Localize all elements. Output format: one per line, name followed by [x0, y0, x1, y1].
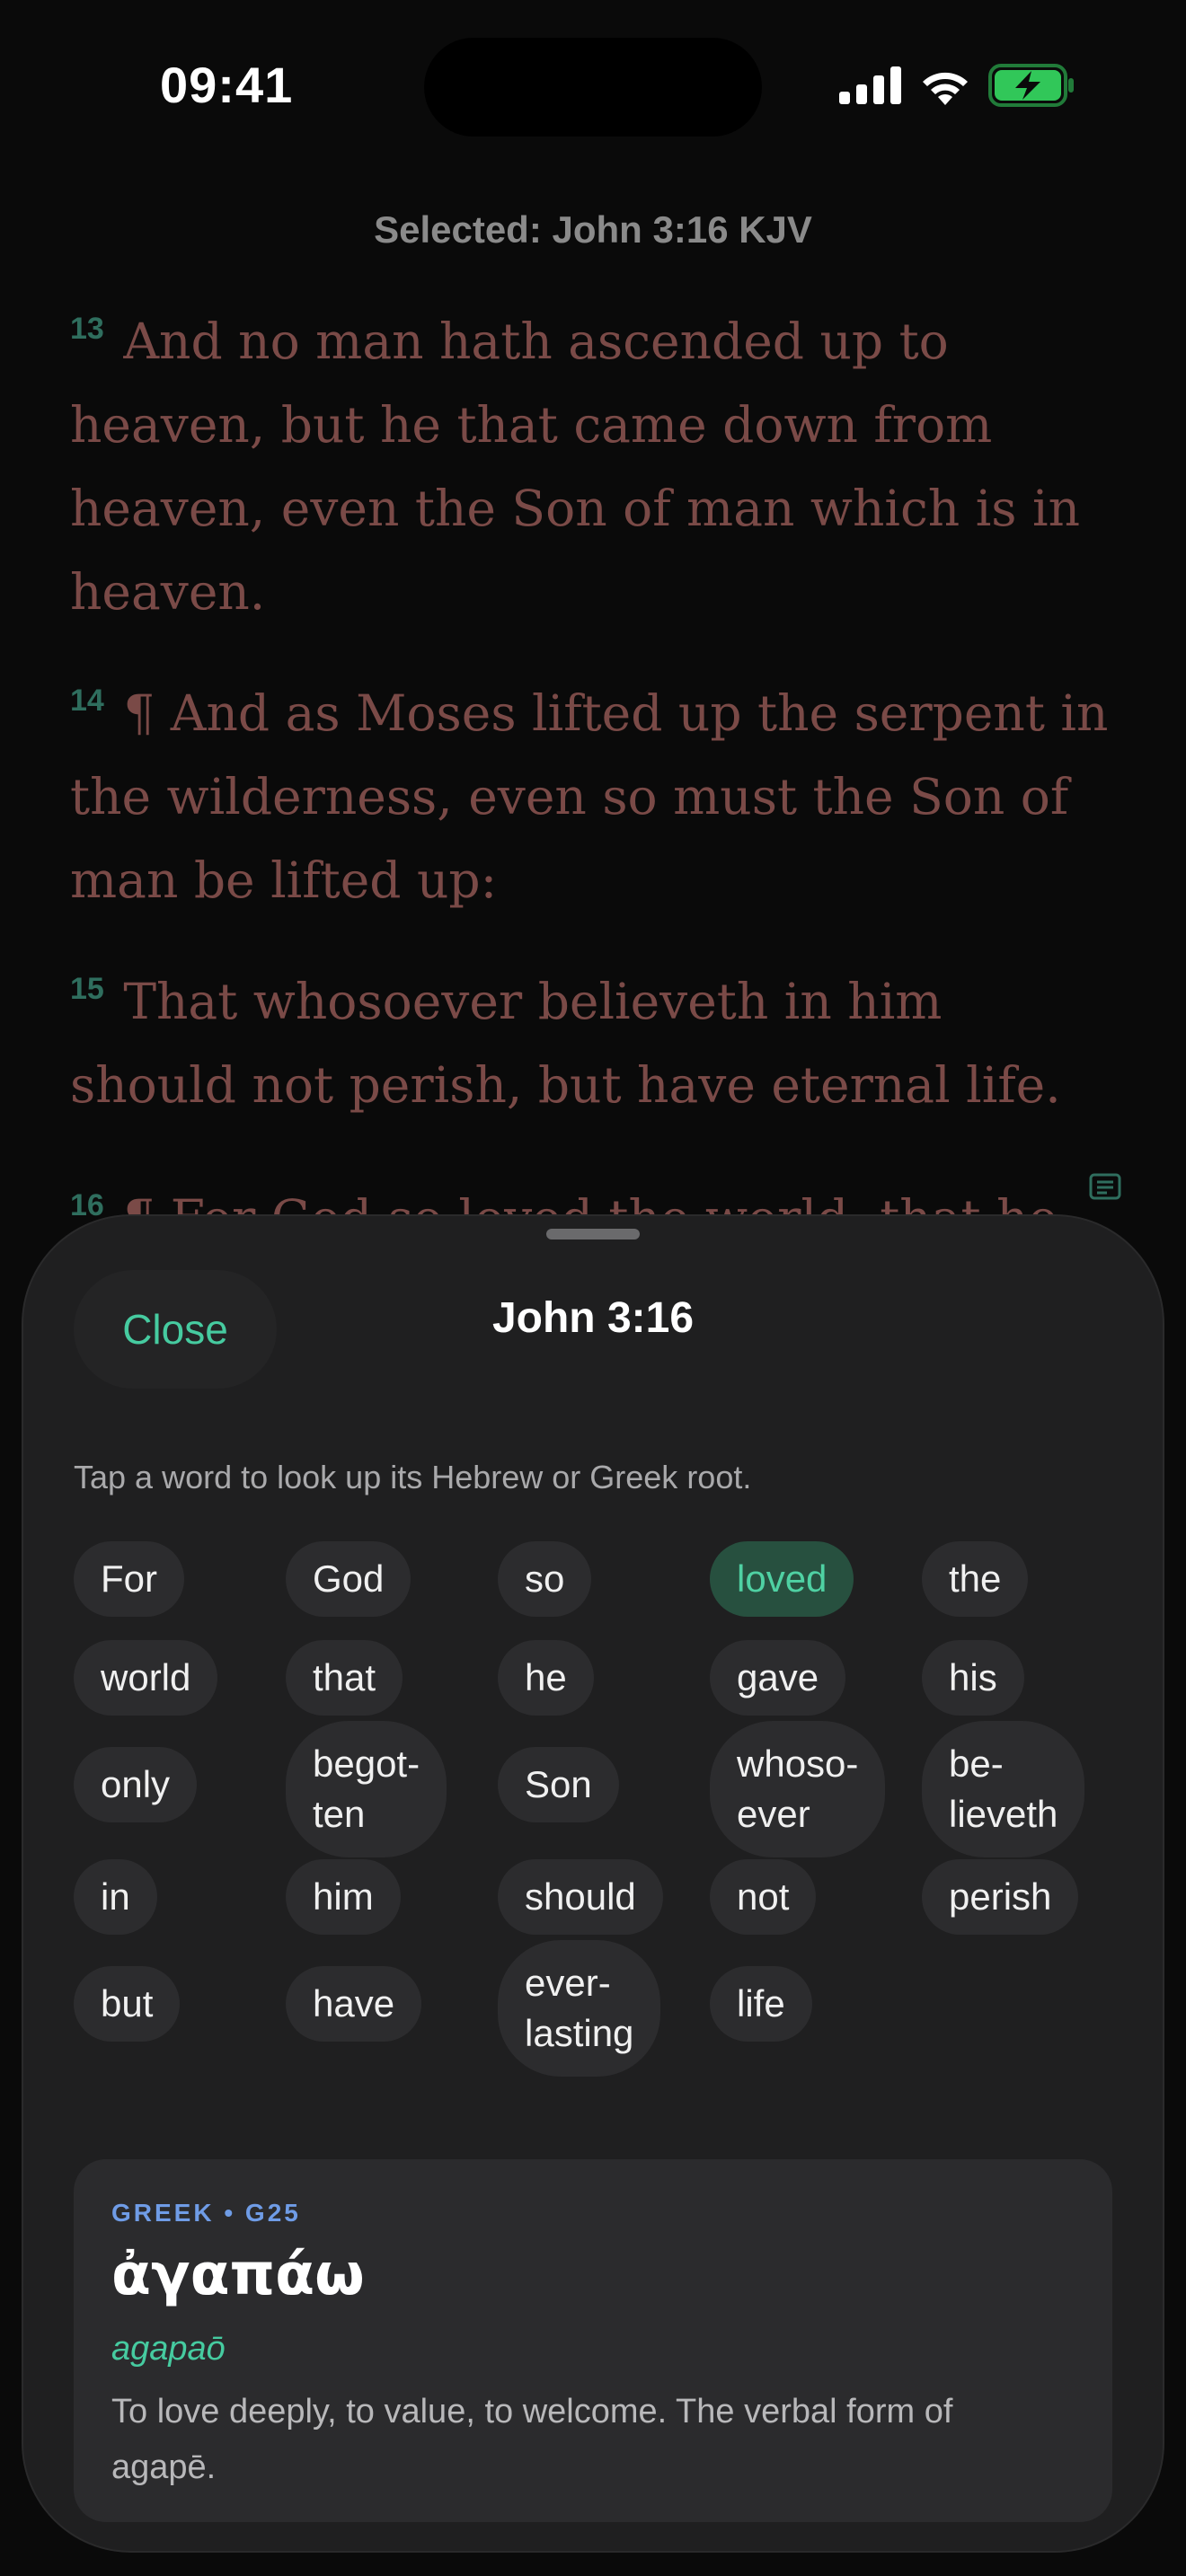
- wifi-icon: [923, 72, 968, 105]
- selected-verse-header: Selected: John 3:16 KJV: [374, 208, 812, 251]
- word-chip[interactable]: whoso- ever: [710, 1721, 886, 1857]
- word-chip[interactable]: be- lieveth: [922, 1721, 1085, 1857]
- word-chip[interactable]: begot- ten: [286, 1721, 447, 1857]
- status-icons: [839, 63, 1076, 108]
- word-chip[interactable]: God: [286, 1541, 412, 1617]
- word-chip[interactable]: life: [710, 1966, 812, 2042]
- reader-top-fade: [0, 286, 1186, 304]
- definition-text: To love deeply, to value, to welcome. Th…: [111, 2393, 953, 2486]
- word-chip[interactable]: For: [74, 1541, 184, 1617]
- verse-number: 13: [70, 312, 104, 346]
- verse-text: That whosoever believeth in him should n…: [70, 973, 1061, 1114]
- definition-card: GREEK • G25 ἀγαπάω agapaō To love deeply…: [74, 2159, 1112, 2522]
- note-icon[interactable]: [1089, 1173, 1121, 1200]
- word-chip[interactable]: him: [286, 1859, 401, 1935]
- sheet-title: John 3:16: [491, 1294, 695, 1342]
- verse-number: 14: [70, 684, 104, 718]
- word-chip[interactable]: that: [286, 1640, 403, 1716]
- word-chip[interactable]: have: [286, 1966, 422, 2042]
- verse-number: 15: [70, 972, 104, 1006]
- word-chip[interactable]: but: [74, 1966, 181, 2042]
- verse-text: ¶ And as Moses lifted up the serpent in …: [70, 684, 1109, 909]
- word-chip[interactable]: perish: [922, 1859, 1079, 1935]
- word-chip[interactable]: ever- lasting: [498, 1940, 661, 2077]
- verse-text: And no man hath ascended up to heaven, b…: [70, 313, 1081, 621]
- verse-14[interactable]: 14 ¶ And as Moses lifted up the serpent …: [70, 659, 1121, 922]
- word-chip[interactable]: so: [498, 1541, 592, 1617]
- word-chip[interactable]: in: [74, 1859, 157, 1935]
- scripture-reader[interactable]: 13 And no man hath ascended up to heaven…: [70, 287, 1121, 1247]
- word-chip[interactable]: not: [710, 1859, 817, 1935]
- battery-charging-icon: [988, 64, 1074, 107]
- word-chip[interactable]: Son: [498, 1747, 619, 1822]
- word-chip[interactable]: world: [74, 1640, 218, 1716]
- word-chip[interactable]: loved: [710, 1541, 854, 1617]
- word-chip[interactable]: should: [498, 1859, 663, 1935]
- verse-number: 16: [70, 1188, 104, 1222]
- language-strongs-label: GREEK • G25: [111, 2199, 301, 2227]
- cellular-signal-icon: [839, 66, 901, 104]
- status-bar: 09:41: [0, 0, 1186, 171]
- lemma: ἀγαπάω: [111, 2242, 365, 2308]
- word-chip[interactable]: his: [922, 1640, 1024, 1716]
- sheet-grabber[interactable]: [546, 1229, 640, 1239]
- word-chip[interactable]: the: [922, 1541, 1029, 1617]
- word-lookup-sheet: Close John 3:16 Tap a word to look up it…: [23, 1216, 1163, 2551]
- verse-13[interactable]: 13 And no man hath ascended up to heaven…: [70, 287, 1121, 634]
- dynamic-island: [424, 38, 762, 137]
- verse-15[interactable]: 15 That whosoever believeth in him shoul…: [70, 948, 1121, 1127]
- lookup-hint: Tap a word to look up its Hebrew or Gree…: [74, 1459, 752, 1495]
- word-chip[interactable]: gave: [710, 1640, 846, 1716]
- status-time: 09:41: [160, 57, 294, 113]
- word-chip[interactable]: he: [498, 1640, 594, 1716]
- transliteration: agapaō: [111, 2330, 226, 2368]
- word-chip[interactable]: only: [74, 1747, 198, 1822]
